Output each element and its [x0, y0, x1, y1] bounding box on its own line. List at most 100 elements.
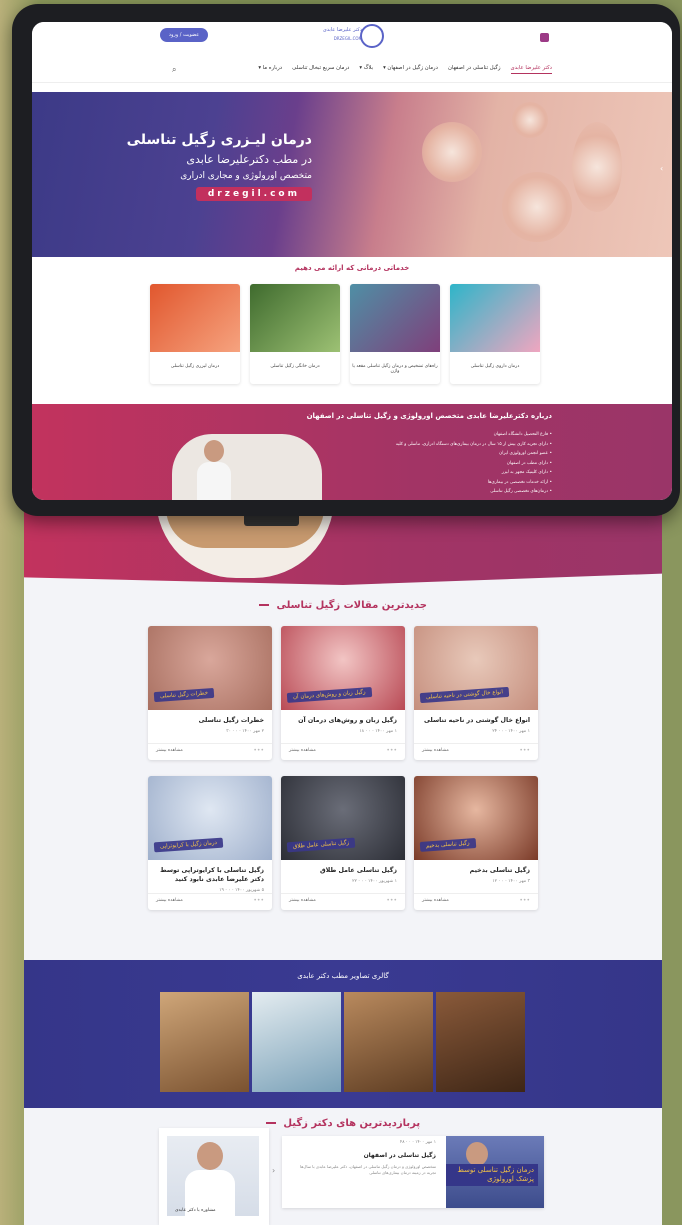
about-list-item: • دارای کلینیک مجهز به لیزر	[501, 470, 552, 475]
article-card[interactable]: درمان زگیل با کرایوتراپی زگیل تناسلی با ک…	[148, 776, 272, 910]
hero-line3: متخصص اورولوژی و مجاری ادراری	[180, 171, 312, 181]
article-image: انواع خال گوشتی در ناحیه تناسلی	[414, 626, 538, 710]
most-visited-title: پربازدیدترین های دکتر زگیل	[24, 1118, 662, 1129]
more-dots-icon[interactable]: •••	[386, 747, 397, 754]
popular-post-title[interactable]: زگیل تناسلی در اصفهان	[364, 1152, 436, 1159]
nav-item-3[interactable]: بلاگ ▾	[359, 65, 373, 74]
article-banner: زگیل تناسلی بدخیم	[419, 838, 476, 852]
article-image: زگیل زبان و روش‌های درمان آن	[281, 626, 405, 710]
gallery-image[interactable]	[436, 992, 525, 1092]
article-title[interactable]: زگیل تناسلی با کرایوتراپی توسط دکتر علیر…	[148, 860, 272, 884]
article-banner: خطرات زگیل تناسلی	[153, 687, 215, 703]
article-image: درمان زگیل با کرایوتراپی	[148, 776, 272, 860]
article-banner: زگیل تناسلی عامل طلاق	[286, 837, 356, 853]
hero-line1: درمان لیـزری زگیل تناسلی	[126, 132, 312, 148]
instagram-icon[interactable]	[540, 33, 549, 42]
hero-bump	[502, 172, 572, 242]
service-label: درمان خانگی زگیل تناسلی	[270, 364, 320, 369]
logo-title: دکتر علیرضا عابدی	[322, 27, 362, 33]
about-list-item: • فارغ التحصیل دانشگاه اصفهان	[493, 432, 552, 437]
site-logo[interactable]: دکتر علیرضا عابدی DRZEGIL.COM	[322, 24, 384, 50]
service-card[interactable]: درمان داروی زگیل تناسلی	[450, 284, 540, 384]
article-banner: زگیل زبان و روش‌های درمان آن	[286, 687, 372, 703]
about-list-item: • عضو انجمن اورولوژی ایران	[499, 451, 552, 456]
read-more-link[interactable]: مشاهده بیشتر	[156, 748, 183, 753]
article-footer: مشاهده بیشتر •••	[414, 743, 538, 760]
article-meta: ۳ مهر ۱۴۰۰ · ۰ · ۱۲	[492, 879, 530, 884]
title-dash	[265, 1122, 276, 1124]
read-more-link[interactable]: مشاهده بیشتر	[422, 748, 449, 753]
hero-text: درمان لیـزری زگیل تناسلی در مطب دکترعلیر…	[127, 132, 312, 201]
more-dots-icon[interactable]: •••	[386, 897, 397, 904]
gallery-title: گالری تصاویر مطب دکتر عابدی	[297, 972, 389, 980]
top-bar: عضویت / ورود دکتر علیرضا عابدی DRZEGIL.C…	[32, 22, 672, 56]
doctor-body	[197, 462, 231, 500]
article-footer: مشاهده بیشتر •••	[281, 743, 405, 760]
doctor-portrait	[172, 434, 322, 500]
login-button[interactable]: عضویت / ورود	[160, 28, 208, 42]
about-list-item: • دارای مطب در اصفهان	[506, 460, 552, 466]
search-icon[interactable]: ⌕	[172, 65, 176, 75]
read-more-link[interactable]: مشاهده بیشتر	[289, 748, 316, 753]
read-more-link[interactable]: مشاهده بیشتر	[156, 898, 183, 903]
article-card[interactable]: خطرات زگیل تناسلی خطرات زگیل تناسلی ۲ مهر …	[148, 626, 272, 760]
hero-banner: درمان لیـزری زگیل تناسلی در مطب دکترعلیر…	[32, 92, 672, 257]
read-more-link[interactable]: مشاهده بیشتر	[289, 898, 316, 903]
gallery-image[interactable]	[344, 992, 433, 1092]
logo-subtitle: DRZEGIL.COM	[333, 36, 362, 41]
chevron-left-icon[interactable]: ‹	[272, 1166, 275, 1175]
service-card[interactable]: درمان لیزری زگیل تناسلی	[150, 284, 240, 384]
nav-item-4[interactable]: درمان سریع تبخال تناسلی	[292, 65, 349, 74]
doctor-profile-card[interactable]: مشاوره با دکتر عابدی	[159, 1128, 269, 1225]
popular-post-desc: متخصص اورولوژی و درمان زگیل تناسلی در اص…	[300, 1164, 436, 1175]
article-banner: درمان زگیل با کرایوتراپی	[153, 837, 224, 853]
popular-post-tag: درمان زگیل تناسلی توسط پزشک اورولوژی	[446, 1164, 538, 1186]
article-title[interactable]: زگیل تناسلی عامل طلاق	[281, 860, 405, 875]
about-list: • فارغ التحصیل دانشگاه اصفهان • دارای تجر…	[396, 430, 552, 497]
more-dots-icon[interactable]: •••	[253, 747, 264, 754]
nav-item-2[interactable]: درمان زگیل در اصفهان ▾	[383, 65, 438, 74]
gallery-image[interactable]	[160, 992, 249, 1092]
article-title[interactable]: خطرات زگیل تناسلی	[148, 710, 272, 725]
more-dots-icon[interactable]: •••	[519, 747, 530, 754]
article-image: خطرات زگیل تناسلی	[148, 626, 272, 710]
main-nav: دکتر علیرضا عابدی زگیل تناسلی در اصفهان در…	[32, 60, 672, 83]
more-dots-icon[interactable]: •••	[253, 897, 264, 904]
article-card[interactable]: زگیل زبان و روش‌های درمان آن زگیل زبان و …	[281, 626, 405, 760]
service-image	[450, 284, 540, 352]
article-footer: مشاهده بیشتر •••	[281, 893, 405, 910]
services-title: خدماتی درمانی که ارائه می دهیم	[294, 264, 410, 272]
article-card[interactable]: انواع خال گوشتی در ناحیه تناسلی انواع خال…	[414, 626, 538, 760]
article-title[interactable]: زگیل تناسلی بدخیم	[414, 860, 538, 875]
popular-post-card[interactable]: درمان زگیل تناسلی توسط پزشک اورولوژی ۱ م…	[282, 1136, 544, 1208]
service-card[interactable]: درمان خانگی زگیل تناسلی	[250, 284, 340, 384]
chevron-right-icon[interactable]: ›	[660, 164, 663, 173]
about-title: درباره دکترعلیرضا عابدی متخصص اورولوژی و…	[306, 412, 552, 420]
article-banner: انواع خال گوشتی در ناحیه تناسلی	[419, 686, 510, 704]
logo-mark-icon	[360, 24, 384, 48]
tablet-device: عضویت / ورود دکتر علیرضا عابدی DRZEGIL.C…	[12, 4, 680, 516]
service-card[interactable]: راه‌های تشخیص و درمان زگیل تناسلی مقعد ی…	[350, 284, 440, 384]
article-meta: ۲ مهر ۱۴۰۰ · ۰ · ۳۰	[226, 729, 264, 734]
hero-line2: در مطب دکترعلیرضا عابدی	[186, 153, 312, 166]
popular-post-thumb: درمان زگیل تناسلی توسط پزشک اورولوژی	[446, 1136, 544, 1208]
article-meta: ۱ شهریور ۱۴۰۰ · ۰ · ۲۲	[352, 879, 397, 884]
article-card[interactable]: زگیل تناسلی بدخیم زگیل تناسلی بدخیم ۳ مهر …	[414, 776, 538, 910]
article-card[interactable]: زگیل تناسلی عامل طلاق زگیل تناسلی عامل طل…	[281, 776, 405, 910]
article-title[interactable]: زگیل زبان و روش‌های درمان آن	[281, 710, 405, 725]
more-dots-icon[interactable]: •••	[519, 897, 530, 904]
nav-item-0[interactable]: دکتر علیرضا عابدی	[510, 65, 552, 74]
nav-item-1[interactable]: زگیل تناسلی در اصفهان	[448, 65, 501, 74]
read-more-link[interactable]: مشاهده بیشتر	[422, 898, 449, 903]
most-visited-title-text: پربازدیدترین های دکتر زگیل	[283, 1118, 421, 1129]
article-title[interactable]: انواع خال گوشتی در ناحیه تناسلی	[414, 710, 538, 725]
gallery-image[interactable]	[252, 992, 341, 1092]
service-image	[350, 284, 440, 352]
nav-item-5[interactable]: درباره ما ▾	[258, 65, 282, 74]
hero-url: drzegil.com	[195, 187, 312, 201]
about-list-item: • درمان‌های تخصصی زگیل تناسلی	[490, 489, 552, 494]
about-list-item: • ارائه خدمات تخصصی در بیماری‌ها	[487, 479, 552, 485]
service-label: درمان داروی زگیل تناسلی	[470, 364, 520, 369]
article-footer: مشاهده بیشتر •••	[414, 893, 538, 910]
doctor-caption: مشاوره با دکتر عابدی	[175, 1208, 216, 1213]
